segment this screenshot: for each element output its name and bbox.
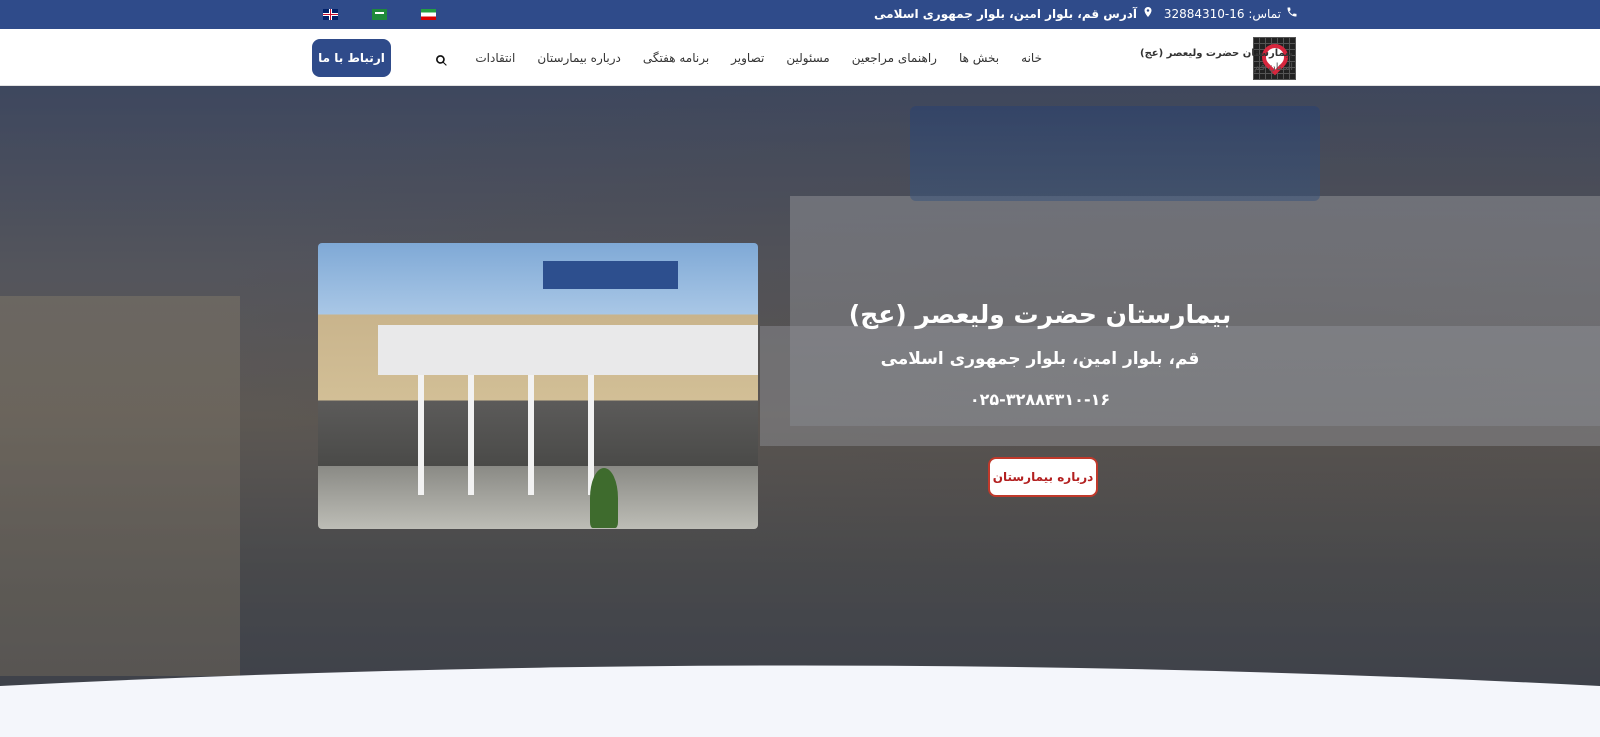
hero-phone: ۰۲۵-۳۲۸۸۴۳۱۰-۱۶ <box>969 390 1111 409</box>
nav-item-officials[interactable]: مسئولین <box>786 51 829 65</box>
hero-section <box>0 86 1600 686</box>
nav-item-gallery[interactable]: تصاویر <box>731 51 764 65</box>
hospital-photo <box>318 243 758 529</box>
hero-address: قم، بلوار امین، بلوار جمهوری اسلامی <box>880 349 1200 369</box>
contact-us-button[interactable]: ارتباط با ما <box>312 39 391 77</box>
main-navbar: بیمارستان حضرت ولیعصر (عج) استان قم خانه… <box>0 29 1600 86</box>
brand[interactable]: بیمارستان حضرت ولیعصر (عج) استان قم <box>1140 48 1293 73</box>
brand-name: بیمارستان حضرت ولیعصر (عج) <box>1140 48 1293 59</box>
address: آدرس قم، بلوار امین، بلوار جمهوری اسلامی <box>874 6 1154 21</box>
phone-icon <box>1286 6 1298 21</box>
nav-item-feedback[interactable]: انتقادات <box>475 51 515 65</box>
iran-flag-icon[interactable] <box>421 9 436 20</box>
contact-text: تماس: 16-32884310 <box>1163 6 1281 21</box>
top-bar: تماس: 16-32884310 آدرس قم، بلوار امین، ب… <box>0 0 1600 29</box>
uk-flag-icon[interactable] <box>323 9 338 20</box>
nav-item-departments[interactable]: بخش ها <box>959 51 999 65</box>
map-pin-icon <box>1142 6 1154 21</box>
about-hospital-button[interactable]: درباره بیمارستان <box>988 457 1098 497</box>
nav-menu: خانه بخش ها راهنمای مراجعین مسئولین تصاو… <box>475 51 1042 65</box>
nav-item-weekly-schedule[interactable]: برنامه هفتگی <box>643 51 709 65</box>
brand-subtitle: استان قم <box>1253 62 1293 73</box>
address-text: آدرس قم، بلوار امین، بلوار جمهوری اسلامی <box>874 6 1137 21</box>
nav-item-about[interactable]: درباره بیمارستان <box>537 51 621 65</box>
nav-item-home[interactable]: خانه <box>1021 51 1042 65</box>
search-icon[interactable] <box>435 52 448 66</box>
hero-title: بیمارستان حضرت ولیعصر (عج) <box>848 300 1232 329</box>
hero-wave-divider <box>0 665 1600 737</box>
arabic-flag-icon[interactable] <box>372 9 387 20</box>
contact-phone[interactable]: تماس: 16-32884310 <box>1164 6 1298 21</box>
nav-item-visitor-guide[interactable]: راهنمای مراجعین <box>852 51 937 65</box>
